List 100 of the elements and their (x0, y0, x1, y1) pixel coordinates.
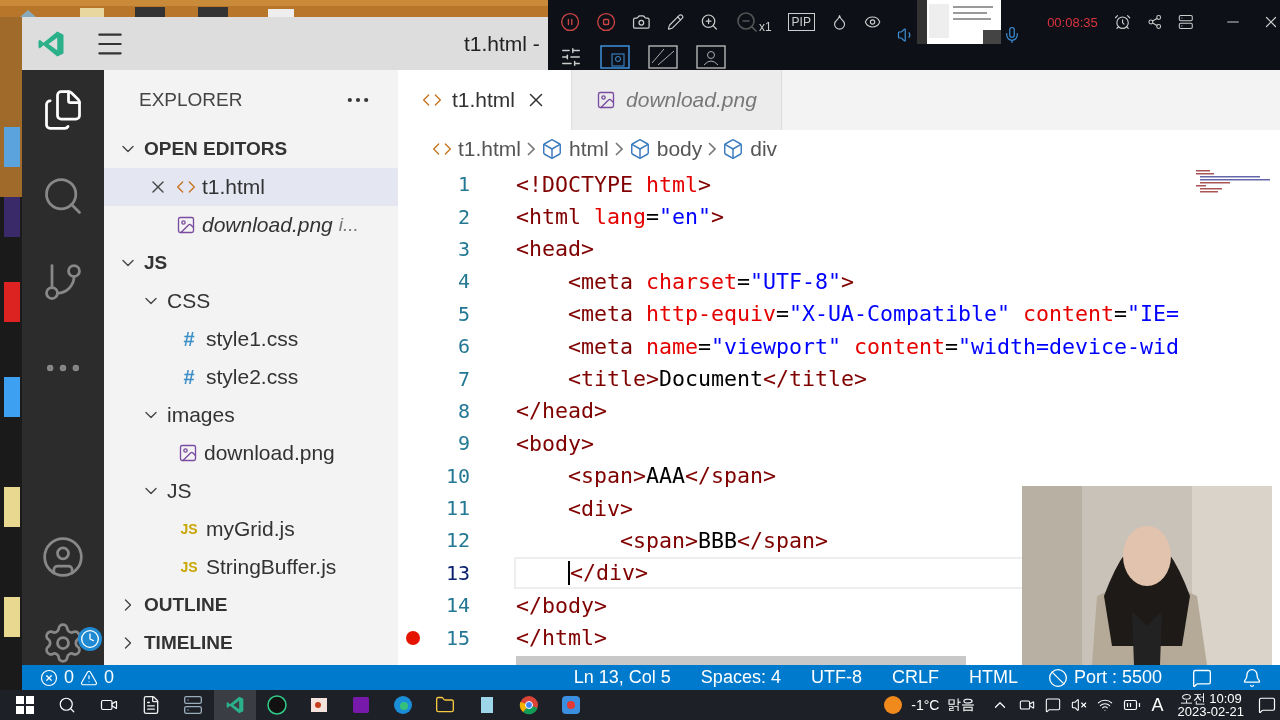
code-token: span (763, 528, 816, 553)
code-token: html (542, 625, 595, 651)
clock-date[interactable]: 2023-02-21 (1177, 705, 1244, 718)
code-token: DOCTYPE (542, 171, 634, 197)
clock-time[interactable]: 오전 10:09 (1179, 692, 1242, 705)
status-item[interactable]: Spaces: 4 (700, 667, 781, 688)
image-file-icon (176, 215, 196, 235)
file-type-icon: JS (178, 521, 200, 537)
code-token: </ (570, 560, 596, 586)
section-header[interactable]: JS (104, 244, 398, 282)
code-token: < (620, 528, 633, 553)
code-token: < (568, 366, 581, 392)
code-token: lang (593, 204, 647, 230)
file-row[interactable]: JS myGrid.js (104, 510, 398, 548)
layout-icon[interactable] (648, 45, 678, 69)
file-row[interactable]: # style2.css (104, 358, 398, 396)
code-token: meta (581, 268, 634, 294)
folder-label: CSS (167, 289, 211, 313)
presentation-icon[interactable] (309, 695, 329, 715)
layout-icon[interactable] (696, 45, 726, 69)
code-token: Document (659, 366, 764, 392)
layout-icon[interactable] (600, 45, 630, 69)
code-token: </ (737, 528, 764, 553)
status-item[interactable]: UTF-8 (810, 667, 862, 688)
breadcrumb-item[interactable]: div (750, 137, 778, 161)
file-row[interactable]: JS StringBuffer.js (104, 548, 398, 586)
no-entry-icon (1047, 667, 1068, 688)
port-status[interactable]: Port : 5500 (1073, 667, 1162, 688)
mute-icon[interactable] (1071, 697, 1088, 713)
code-token: </ (516, 592, 542, 618)
section-header[interactable]: OUTLINE (104, 586, 398, 624)
code-token: "viewport" (711, 333, 842, 359)
line-number: 2 (457, 204, 470, 229)
problems-indicator[interactable]: 0 0 (40, 667, 115, 688)
file-label: download.png (204, 441, 335, 465)
breadcrumb-item[interactable]: body (656, 137, 703, 161)
line-number: 12 (445, 528, 470, 553)
code-token: > (685, 528, 699, 553)
file-label: t1.html (202, 175, 266, 199)
start-icon[interactable] (16, 696, 34, 714)
line-number: 14 (445, 593, 470, 618)
open-editor-item[interactable]: download.png i... (104, 206, 398, 244)
chat-icon[interactable] (1045, 697, 1062, 713)
input-method-indicator[interactable]: A (1151, 694, 1164, 716)
status-item[interactable]: CRLF (891, 667, 939, 688)
folder-row[interactable]: JS (104, 472, 398, 510)
device-icon[interactable] (1178, 12, 1194, 32)
breakpoint-dot[interactable] (406, 630, 420, 645)
file-label: StringBuffer.js (206, 555, 337, 579)
warning-icon (80, 668, 98, 687)
notification-icon[interactable] (1258, 696, 1276, 714)
zoom-out-icon[interactable] (734, 10, 759, 34)
file-label: myGrid.js (206, 517, 295, 541)
editor-tab[interactable]: download.png (572, 70, 782, 130)
code-token: > (594, 625, 608, 651)
code-token: > (815, 528, 829, 553)
breadcrumb-item[interactable]: html (569, 137, 609, 161)
pencil-icon[interactable] (667, 11, 685, 33)
status-item[interactable]: HTML (968, 667, 1018, 688)
status-item[interactable]: Ln 13, Col 5 (573, 667, 671, 688)
open-editor-item[interactable]: t1.html (104, 168, 398, 206)
file-row[interactable]: download.png (104, 434, 398, 472)
chevron-icon (614, 142, 623, 156)
image-file-icon (596, 90, 617, 110)
breadcrumb-item[interactable]: t1.html (458, 137, 522, 161)
code-token: span (633, 528, 686, 553)
share-icon[interactable] (1146, 12, 1163, 32)
wifi-icon[interactable] (1097, 697, 1114, 713)
camera-icon[interactable] (1019, 697, 1036, 713)
code-token: = (737, 268, 751, 294)
pip-toggle[interactable]: PIP (787, 13, 815, 31)
file-type-icon: JS (178, 559, 200, 575)
feedback-icon[interactable] (1192, 667, 1212, 688)
cube-icon (541, 138, 564, 160)
sidebar-title: EXPLORER (139, 89, 243, 111)
line-number: 6 (457, 334, 470, 359)
code-token: > (581, 236, 595, 262)
folder-icon[interactable] (435, 695, 455, 715)
browser-icon[interactable] (393, 695, 413, 715)
settings-icon[interactable] (560, 46, 582, 68)
bell-icon[interactable] (1242, 667, 1262, 688)
scrollbar-thumb[interactable] (516, 656, 966, 665)
file-row[interactable]: # style1.css (104, 320, 398, 358)
section-header[interactable]: OPEN EDITORS (104, 130, 398, 168)
app-icon[interactable] (267, 695, 287, 715)
document-icon[interactable] (141, 695, 161, 715)
folder-row[interactable]: CSS (104, 282, 398, 320)
code-editor-icon[interactable] (225, 695, 245, 715)
section-header[interactable]: TIMELINE (104, 624, 398, 662)
chrome-icon[interactable] (519, 695, 539, 715)
editor-tab[interactable]: t1.html (398, 70, 573, 130)
code-token: < (568, 495, 581, 521)
search-icon[interactable] (58, 696, 76, 714)
database-icon[interactable] (183, 695, 203, 715)
folder-row[interactable]: images (104, 396, 398, 434)
code-token: > (841, 268, 855, 294)
record-icon[interactable] (561, 695, 581, 715)
code-token: < (516, 236, 529, 262)
line-number: 13 (445, 560, 470, 585)
account-icon[interactable] (41, 535, 85, 579)
